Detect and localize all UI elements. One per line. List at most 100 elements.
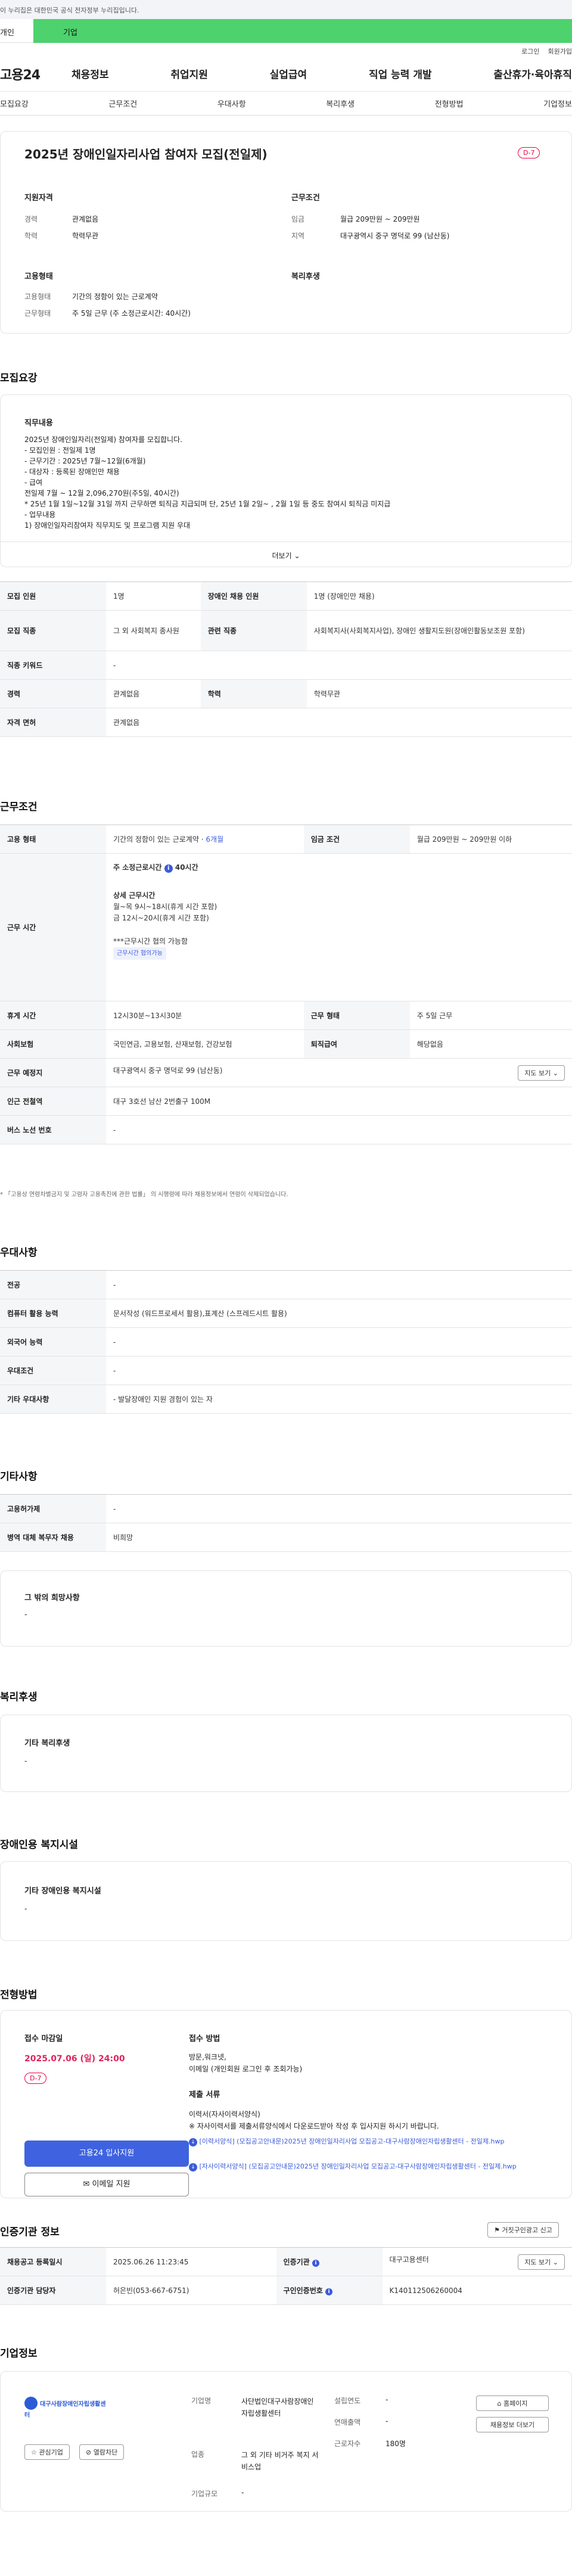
founded-label: 설립연도	[334, 2397, 361, 2405]
table-row: 인근 전철역 대구 3호선 남산 2번출구 100M	[0, 1087, 572, 1116]
table-row: 근무 시간 주 소정근로시간 i 40시간 상세 근무시간 월~목 9시~18시…	[0, 853, 572, 1001]
recruit-section-title: 모집요강	[0, 372, 38, 384]
detail-hours-line: 월~목 9시~18시(휴게 시간 포함)	[113, 903, 217, 911]
td-computer: 문서작성 (워드프로세서 활용),표계산 (스프레드시트 활용)	[106, 1299, 572, 1328]
docs-content: 이력서(자사이력서양식) ※ 자사이력서를 제출서류양식에서 다운로드받아 작성…	[189, 2108, 552, 2132]
th-edu: 학력	[200, 679, 307, 708]
map-button[interactable]: 지도 보기 ⌄	[518, 1065, 565, 1081]
subnav-pref[interactable]: 우대사항	[217, 98, 246, 109]
gnb-leave[interactable]: 출산휴가·육아휴직	[493, 66, 572, 81]
star-icon: ☆	[31, 2449, 37, 2456]
subnav-work[interactable]: 근무조건	[108, 98, 137, 109]
gov-banner: 이 누리집은 대한민국 공식 전자정부 누리집입니다.	[0, 0, 572, 19]
more-jobs-button[interactable]: 채용정보 더보기	[476, 2417, 549, 2432]
file-link[interactable]: ↓ [자사이력서양식] (모집공고안내문)2025년 장애인일자리사업 모집공고…	[189, 2162, 552, 2171]
td-pref-etc: - 발달장애인 지원 경험이 있는 자	[106, 1385, 572, 1414]
th-major: 전공	[0, 1270, 106, 1299]
gnb-jobs[interactable]: 채용정보	[72, 66, 109, 81]
info-icon[interactable]: i	[325, 2288, 332, 2295]
homepage-button[interactable]: ⌂ 홈페이지	[476, 2395, 549, 2411]
duty-line: - 대상자 : 등록된 장애인만 채용	[24, 468, 120, 476]
login-link[interactable]: 로그인	[521, 48, 539, 55]
info-icon[interactable]: i	[312, 2260, 319, 2267]
company-section-title: 기업정보	[0, 2348, 38, 2360]
qual-edu-label: 학력	[24, 232, 38, 240]
process-section-title: 전형방법	[0, 1989, 38, 2001]
emp-shift-value: 주 5일 근무 (주 소정근로시간: 40시간)	[72, 309, 191, 318]
download-icon: ↓	[189, 2163, 197, 2171]
cond-region-label: 지역	[291, 232, 305, 240]
facility-label: 기타 장애인용 복지시설	[24, 1887, 101, 1896]
section-nav: 모집요강 근무조건 우대사항 복리후생 전형방법 기업정보	[0, 92, 572, 116]
block-icon: ⊘	[86, 2449, 92, 2456]
deadline-dday: D-7	[24, 2073, 47, 2084]
subnav-recruit[interactable]: 모집요강	[0, 98, 29, 109]
td-related: 사회복지사(사회복지사업), 장애인 생활지도원(장애인활동보조원 포함)	[306, 610, 572, 651]
subnav-company[interactable]: 기업정보	[543, 98, 572, 109]
chevron-down-icon: ⌄	[294, 552, 300, 560]
duty-card: 직무내용 2025년 장애인일자리(전일제) 참여자를 모집합니다. - 모집인…	[0, 394, 572, 567]
subnav-process[interactable]: 전형방법	[435, 98, 464, 109]
signup-link[interactable]: 회원가입	[548, 48, 572, 55]
size-value: -	[241, 2488, 244, 2497]
weekly-hours-label: 주 소정근로시간	[113, 863, 162, 872]
welfare-label: 기타 복리후생	[24, 1739, 70, 1748]
file-link-label: [이력서양식] (모집공고안내문)2025년 장애인일자리사업 모집공고-대구사…	[199, 2138, 505, 2145]
cert-table: 채용공고 등록일시 2025.06.26 11:23:45 인증기관 i 대구고용센터…	[0, 2247, 572, 2305]
deadline-label: 접수 마감일	[24, 2034, 63, 2043]
employees-label: 근로자수	[334, 2440, 361, 2448]
table-row: 고용 형태 기간의 정함이 있는 근로계약 · 6개월 임금 조건 월급 209…	[0, 825, 572, 854]
th-permit: 고용허가제	[0, 1494, 106, 1523]
agency-map-button[interactable]: 지도 보기 ⌄	[518, 2254, 565, 2270]
more-button[interactable]: 더보기 ⌄	[1, 542, 571, 567]
mail-icon: ✉	[83, 2180, 90, 2189]
block-button[interactable]: ⊘ 열람차단	[79, 2444, 125, 2460]
docs-label: 제출 서류	[189, 2090, 220, 2099]
site-logo[interactable]: 고용24	[0, 64, 72, 83]
table-row: 근무 예정지 대구광역시 중구 명덕로 99 (남산동) 지도 보기 ⌄	[0, 1058, 572, 1087]
table-row: 모집 직종 그 외 사회복지 종사원 관련 직종 사회복지사(사회복지사업), 장애인…	[0, 610, 572, 651]
method-label: 접수 방법	[189, 2034, 220, 2043]
more-button-label: 더보기	[272, 552, 292, 560]
email-apply-button[interactable]: ✉ 이메일 지원	[24, 2173, 189, 2197]
fav-company-button[interactable]: ☆ 관심기업	[24, 2444, 70, 2460]
table-row: 채용공고 등록일시 2025.06.26 11:23:45 인증기관 i 대구고용센터…	[0, 2247, 572, 2276]
process-card: 접수 마감일 2025.07.06 (일) 24:00 D-7 고용24 입사지…	[0, 2010, 572, 2198]
td-cert-no: K140112506260004	[382, 2276, 572, 2305]
info-icon[interactable]: i	[164, 864, 173, 873]
age-note: * 「고용상 연령차별금지 및 고령자 고용촉진에 관한 법률」 의 시행령에 …	[0, 1191, 288, 1198]
table-row: 휴게 시간 12시30분~13시30분 근무 형태 주 5일 근무	[0, 1001, 572, 1030]
th-wage: 임금 조건	[303, 825, 410, 854]
gnb-training[interactable]: 직업 능력 개발	[369, 66, 432, 81]
size-label: 기업규모	[191, 2490, 218, 2498]
gnb-support[interactable]: 취업지원	[170, 66, 208, 81]
td-occupation: 그 외 사회복지 종사원	[106, 610, 201, 651]
table-row: 우대조건 -	[0, 1356, 572, 1385]
td-wage: 월급 209만원 ~ 209만원 이하	[409, 825, 572, 854]
revenue-value: -	[386, 2417, 388, 2425]
duty-line: - 모집인원 : 전일제 1명	[24, 446, 96, 455]
consult-text: ***근무시간 협의 가능함	[113, 937, 188, 945]
util-links: 로그인 회원가입	[0, 43, 572, 56]
table-row: 사회보험 국민연금, 고용보험, 산재보험, 건강보험 퇴직급여 해당없음	[0, 1029, 572, 1059]
apply-button[interactable]: 고용24 입사지원	[24, 2141, 189, 2167]
th-language: 외국어 능력	[0, 1327, 106, 1357]
td-severance: 해당없음	[409, 1029, 572, 1059]
industry-value: 그 외 기타 비거주 복지 서비스업	[241, 2451, 319, 2471]
etc-section-title: 기타사항	[0, 1471, 38, 1483]
file-link-label: [자사이력서양식] (모집공고안내문)2025년 장애인일자리사업 모집공고-대…	[199, 2163, 517, 2170]
tab-personal[interactable]: 개인	[0, 19, 33, 43]
subnav-welfare[interactable]: 복리후생	[326, 98, 355, 109]
td-emp: 기간의 정함이 있는 근로계약 · 6개월	[106, 825, 304, 854]
file-link[interactable]: ↓ [이력서양식] (모집공고안내문)2025년 장애인일자리사업 모집공고-대…	[189, 2137, 552, 2146]
emp-months: 6개월	[206, 835, 224, 844]
report-button[interactable]: ⚑ 거짓구인광고 신고	[487, 2222, 559, 2238]
tab-company[interactable]: 기업	[33, 19, 572, 43]
cert-no-label: 구인인증번호	[283, 2286, 323, 2295]
welfare-card: 기타 복리후생 -	[0, 1715, 572, 1792]
method-content: 방문,워크넷, 이메일 (개인회원 로그인 후 조회가능)	[189, 2051, 302, 2075]
pref-section-title: 우대사항	[0, 1247, 38, 1259]
table-row: 고용허가제 -	[0, 1494, 572, 1523]
gnb-benefit[interactable]: 실업급여	[270, 66, 307, 81]
duty-line: 전일제 7월 ~ 12월 2,096,270원(주5일, 40시간)	[24, 489, 179, 497]
